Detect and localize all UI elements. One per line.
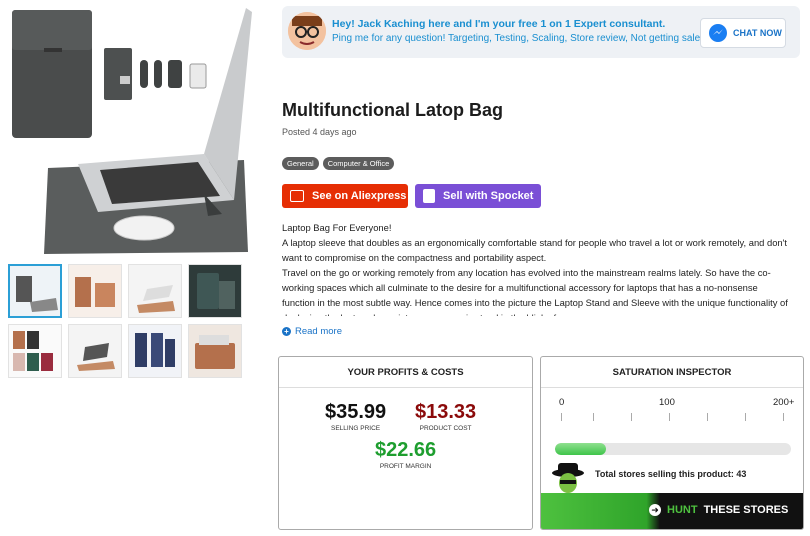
thumbnail-4[interactable] bbox=[188, 264, 242, 318]
thumbnail-8[interactable] bbox=[188, 324, 242, 378]
scale-label-max: 200+ bbox=[773, 397, 795, 408]
product-main-image bbox=[8, 4, 252, 258]
spocket-icon bbox=[423, 189, 435, 203]
scale-tick bbox=[745, 413, 746, 421]
thumbnail-3[interactable] bbox=[128, 264, 182, 318]
read-more-link[interactable]: + Read more bbox=[282, 326, 342, 337]
these-stores-label: THESE STORES bbox=[703, 504, 789, 516]
total-stores-text: Total stores selling this product: 43 bbox=[595, 469, 747, 479]
thumbnail-1[interactable] bbox=[8, 264, 62, 318]
profits-header: YOUR PROFITS & COSTS bbox=[347, 367, 464, 378]
read-more-label: Read more bbox=[295, 326, 342, 337]
profit-margin-block: $22.66 PROFIT MARGIN bbox=[375, 439, 436, 470]
source-buttons: See on Aliexpress Sell with Spocket bbox=[282, 184, 541, 208]
thumbnail-7[interactable] bbox=[128, 324, 182, 378]
hunt-these-stores-button[interactable]: ➜ HUNT THESE STORES bbox=[541, 493, 803, 529]
plus-circle-icon: + bbox=[282, 327, 291, 336]
thumbnail-5[interactable] bbox=[8, 324, 62, 378]
consultant-avatar bbox=[288, 12, 326, 50]
scale-tick bbox=[561, 413, 562, 421]
scale-label-min: 0 bbox=[559, 397, 565, 408]
saturation-inspector-card: SATURATION INSPECTOR 0 100 200+ Total st… bbox=[540, 356, 804, 530]
thumbnail-6[interactable] bbox=[68, 324, 122, 378]
product-cost-label: PRODUCT COST bbox=[419, 425, 472, 432]
profits-costs-card: YOUR PROFITS & COSTS $35.99 SELLING PRIC… bbox=[278, 356, 533, 530]
scale-label-mid: 100 bbox=[659, 397, 675, 408]
posted-date: Posted 4 days ago bbox=[282, 127, 357, 137]
scale-tick bbox=[669, 413, 670, 421]
profit-margin-value: $22.66 bbox=[375, 439, 437, 461]
thumbnail-2[interactable] bbox=[68, 264, 122, 318]
sell-with-spocket-button[interactable]: Sell with Spocket bbox=[415, 184, 541, 208]
selling-price-value: $35.99 bbox=[325, 401, 387, 423]
product-cost-block: $13.33 PRODUCT COST bbox=[415, 401, 476, 432]
description-paragraph-2: Travel on the go or working remotely fro… bbox=[282, 267, 788, 316]
aliexpress-label: See on Aliexpress bbox=[312, 190, 407, 202]
arrow-right-icon: ➜ bbox=[649, 504, 661, 516]
selling-price-label: SELLING PRICE bbox=[331, 425, 381, 432]
description-paragraph-1: A laptop sleeve that doubles as an ergon… bbox=[282, 237, 788, 263]
consultant-greeting: Hey! Jack Kaching here and I'm your free… bbox=[332, 18, 666, 30]
tag-general[interactable]: General bbox=[282, 157, 319, 170]
scale-tick bbox=[631, 413, 632, 421]
consultant-offer[interactable]: Ping me for any question! Targeting, Tes… bbox=[332, 33, 711, 44]
product-cost-value: $13.33 bbox=[415, 401, 477, 423]
description-heading: Laptop Bag For Everyone! bbox=[282, 222, 392, 233]
chat-now-button[interactable]: CHAT NOW bbox=[700, 18, 786, 48]
saturation-bar bbox=[555, 443, 791, 455]
selling-price-block: $35.99 SELLING PRICE bbox=[325, 401, 386, 432]
profit-margin-label: PROFIT MARGIN bbox=[379, 463, 432, 470]
saturation-bar-fill bbox=[555, 443, 606, 455]
aliexpress-icon bbox=[290, 190, 304, 202]
tag-computer-office[interactable]: Computer & Office bbox=[322, 157, 395, 170]
consultant-banner: Hey! Jack Kaching here and I'm your free… bbox=[282, 6, 800, 58]
tag-list: General Computer & Office bbox=[282, 157, 395, 170]
saturation-header: SATURATION INSPECTOR bbox=[612, 367, 732, 378]
thumbnail-grid bbox=[8, 264, 244, 378]
spocket-label: Sell with Spocket bbox=[443, 190, 534, 202]
hunt-label: HUNT bbox=[667, 504, 698, 516]
chat-now-label: CHAT NOW bbox=[733, 28, 782, 38]
scale-tick bbox=[783, 413, 784, 421]
scale-tick bbox=[707, 413, 708, 421]
scale-tick bbox=[593, 413, 594, 421]
messenger-icon bbox=[709, 24, 727, 42]
product-title: Multifunctional Latop Bag bbox=[282, 100, 503, 120]
product-description: Laptop Bag For Everyone! A laptop sleeve… bbox=[282, 220, 792, 316]
see-on-aliexpress-button[interactable]: See on Aliexpress bbox=[282, 184, 408, 208]
